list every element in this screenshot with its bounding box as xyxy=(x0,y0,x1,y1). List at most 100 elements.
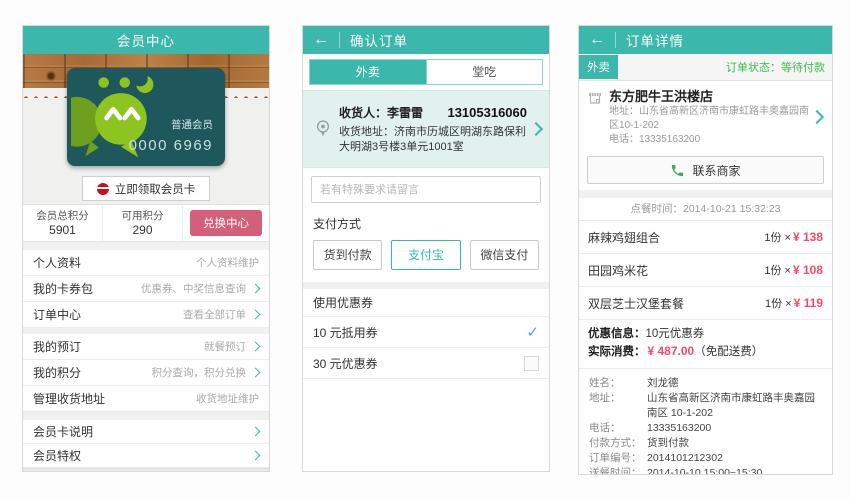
checkmark-icon[interactable]: ✓ xyxy=(526,323,539,341)
coupon-option-10[interactable]: 10 元抵用券 ✓ xyxy=(303,317,549,348)
points-bar: 会员总积分 5901 可用积分 290 兑换中心 xyxy=(23,204,269,242)
tab-bar: 外卖 堂吃 xyxy=(309,59,543,85)
menu-item-profile[interactable]: 个人资料 个人资料维护 xyxy=(23,250,269,276)
tab-dinein[interactable]: 堂吃 xyxy=(426,60,543,84)
header-divider xyxy=(615,32,616,48)
contact-wrap: 联系商家 xyxy=(579,152,832,190)
order-item: 双层芝士汉堡套餐 1份 ×¥ 119 xyxy=(579,287,832,320)
card-number: 0000 6969 xyxy=(129,137,213,154)
back-icon[interactable]: ← xyxy=(303,32,339,48)
total-points-label: 会员总积分 xyxy=(36,210,89,223)
menu-hint: 优惠券、中奖信息查询 xyxy=(141,281,246,296)
item-qty: 1份 × xyxy=(765,298,792,310)
member-center-header: 会员中心 xyxy=(23,26,269,54)
available-points-value: 290 xyxy=(132,223,152,237)
menu-label: 个人资料 xyxy=(33,254,81,271)
order-item: 田园鸡米花 1份 ×¥ 108 xyxy=(579,254,832,287)
item-name: 双层芝士汉堡套餐 xyxy=(588,295,684,312)
item-name: 田园鸡米花 xyxy=(588,262,648,279)
pay-method-wechat[interactable]: 微信支付 xyxy=(470,240,539,270)
chevron-right-icon xyxy=(810,109,824,123)
contact-merchant-label: 联系商家 xyxy=(692,162,740,179)
menu-item-privileges[interactable]: 会员特权 xyxy=(23,444,269,468)
divider xyxy=(23,242,269,250)
contact-merchant-button[interactable]: 联系商家 xyxy=(587,156,824,184)
customer-info: 姓名：刘龙德 地址：山东省高新区济南市康虹路丰奥嘉园南区 10-1-202 电话… xyxy=(579,369,832,475)
pay-method-alipay[interactable]: 支付宝 xyxy=(391,240,460,270)
menu-label: 我的卡券包 xyxy=(33,280,93,297)
membership-card[interactable]: 普通会员 0000 6969 xyxy=(67,68,225,166)
menu-item-orders[interactable]: 订单中心 查看全部订单 xyxy=(23,302,269,328)
order-item: 麻辣鸡翅组合 1份 ×¥ 138 xyxy=(579,221,832,254)
menu-hint: 收货地址维护 xyxy=(196,391,259,406)
chevron-right-icon xyxy=(251,284,261,294)
menu-item-address[interactable]: 管理收货地址 收货地址维护 xyxy=(23,386,269,412)
exchange-cell: 兑换中心 xyxy=(182,205,269,241)
menu-hint: 查看全部订单 xyxy=(183,307,246,322)
member-level: 普通会员 xyxy=(171,117,213,132)
checkbox[interactable] xyxy=(524,356,539,371)
info-row: 电话：13335163200 xyxy=(589,421,822,436)
chevron-right-icon xyxy=(529,122,543,136)
claim-card-button[interactable]: 立即领取会员卡 xyxy=(82,176,211,201)
receiver-name: 收货人：李雷雷 xyxy=(339,104,423,121)
coupon-option-30[interactable]: 30 元优惠券 xyxy=(303,348,549,379)
member-center-screen: 会员中心 普通会员 0000 6969 立即领取会 xyxy=(22,25,270,472)
tab-takeout[interactable]: 外卖 xyxy=(310,60,426,84)
discount-value: 10元优惠券 xyxy=(646,328,705,340)
menu-item-card-info[interactable]: 会员卡说明 xyxy=(23,420,269,444)
takeout-badge: 外卖 xyxy=(579,55,618,79)
item-price: ¥ 108 xyxy=(793,263,823,277)
item-price: ¥ 138 xyxy=(793,230,823,244)
page-title: 会员中心 xyxy=(117,30,175,50)
location-pin-icon xyxy=(313,118,333,140)
claim-row: 立即领取会员卡 xyxy=(23,176,269,204)
store-icon xyxy=(587,90,603,106)
receiver-phone: 13105316060 xyxy=(447,105,527,120)
info-row: 付款方式：货到付款 xyxy=(589,436,822,451)
total-value: ¥ 487.00 xyxy=(648,344,695,358)
store-card[interactable]: 东方肥牛王洪楼店 地址：山东省高新区济南市康虹路丰奥嘉园南区10-1-202 电… xyxy=(579,81,832,152)
info-row: 订单编号：2014101212302 xyxy=(589,451,822,466)
menu-item-reservation[interactable]: 我的预订 就餐预订 xyxy=(23,334,269,360)
order-note-input[interactable] xyxy=(311,176,541,203)
order-status: 订单状态：等待付款 xyxy=(726,59,825,75)
menu-label: 订单中心 xyxy=(33,306,81,323)
total-note: （免配送费） xyxy=(694,346,763,358)
menu-label: 管理收货地址 xyxy=(33,390,105,407)
claim-card-label: 立即领取会员卡 xyxy=(115,181,196,197)
coupon-label: 10 元抵用券 xyxy=(313,324,378,341)
menu-item-coupons[interactable]: 我的卡券包 优惠券、中奖信息查询 xyxy=(23,276,269,302)
menu-hint: 积分查询，积分兑换 xyxy=(152,365,247,380)
total-label: 实际消费： xyxy=(588,346,646,358)
available-points-label: 可用积分 xyxy=(122,210,164,223)
page-title: 确认订单 xyxy=(350,30,408,50)
info-row: 姓名：刘龙德 xyxy=(589,376,822,391)
store-address: 地址：山东省高新区济南市康虹路丰奥嘉园南区10-1-202 xyxy=(609,105,810,133)
menu-hint: 就餐预订 xyxy=(204,339,246,354)
menu-item-points[interactable]: 我的积分 积分查询，积分兑换 xyxy=(23,360,269,386)
divider xyxy=(23,412,269,420)
chevron-right-icon xyxy=(251,368,261,378)
back-icon[interactable]: ← xyxy=(579,32,615,48)
discount-label: 优惠信息： xyxy=(588,328,646,340)
note-wrap xyxy=(303,168,549,211)
member-card-hero: 普通会员 0000 6969 xyxy=(23,54,269,176)
store-phone: 电话：13335163200 xyxy=(609,133,810,147)
chevron-right-icon xyxy=(251,451,261,461)
info-row: 地址：山东省高新区济南市康虹路丰奥嘉园南区 10-1-202 xyxy=(589,391,822,421)
item-qty: 1份 × xyxy=(764,232,791,244)
info-row: 送餐时间：2014-10-10 15:00~15:30 xyxy=(589,466,822,475)
menu-label: 会员卡说明 xyxy=(33,423,93,440)
item-price: ¥ 119 xyxy=(794,296,823,310)
pay-method-cod[interactable]: 货到付款 xyxy=(313,240,382,270)
store-name: 东方肥牛王洪楼店 xyxy=(609,88,810,105)
divider xyxy=(579,190,832,198)
menu-label: 我的积分 xyxy=(33,364,81,381)
exchange-center-button[interactable]: 兑换中心 xyxy=(190,210,262,236)
discount-summary: 优惠信息：10元优惠券 实际消费：¥ 487.00（免配送费） xyxy=(579,320,832,369)
payment-section-label: 支付方式 xyxy=(303,211,549,240)
item-name: 麻辣鸡翅组合 xyxy=(588,229,660,246)
order-status-row: 外卖 订单状态：等待付款 xyxy=(579,54,832,81)
delivery-address-card[interactable]: 收货人：李雷雷 13105316060 收货地址：济南市历城区明湖东路保利大明湖… xyxy=(303,90,549,168)
